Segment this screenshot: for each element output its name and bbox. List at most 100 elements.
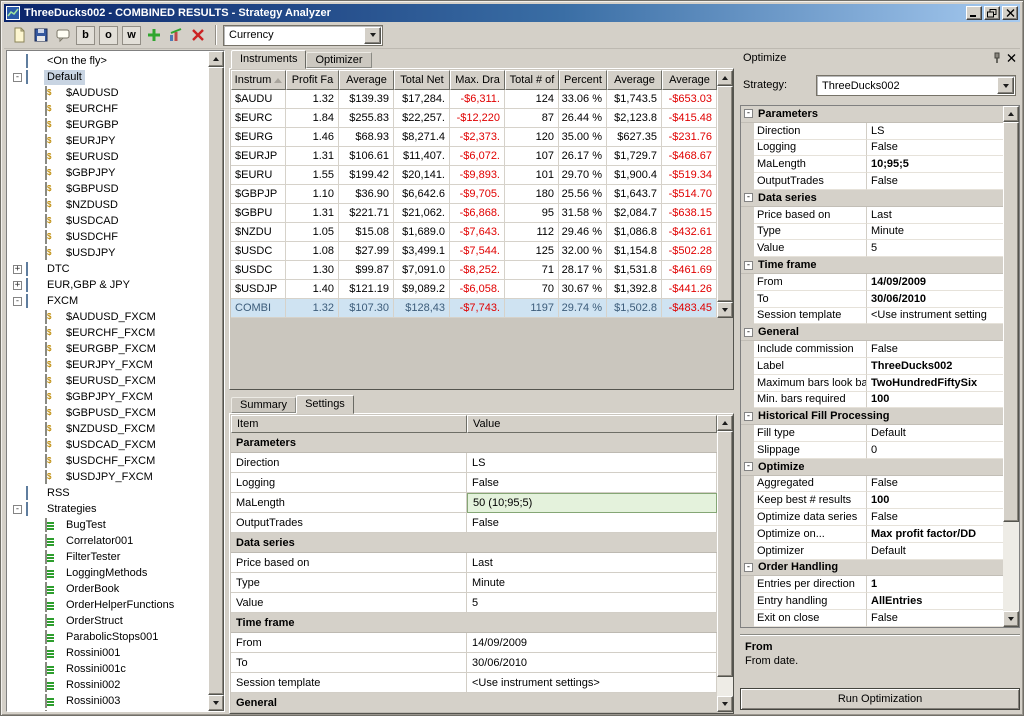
chart-icon[interactable] <box>165 24 187 46</box>
tree-item[interactable]: RSS <box>9 485 206 501</box>
tree-item[interactable]: $USDCAD <box>9 213 206 229</box>
instruments-scrollbar[interactable] <box>717 70 733 318</box>
property-row[interactable]: Exit on close False <box>741 609 1003 627</box>
column-header[interactable]: Instrum <box>231 70 286 90</box>
delete-icon[interactable] <box>187 24 209 46</box>
tree-item[interactable]: $EURCHF_FXCM <box>9 325 206 341</box>
property-section-row[interactable]: - Historical Fill Processing <box>741 408 1003 426</box>
settings-row[interactable]: From 14/09/2009 <box>231 633 717 653</box>
settings-row[interactable]: Direction LS <box>231 453 717 473</box>
collapse-minus-icon[interactable]: - <box>13 72 22 82</box>
setting-value[interactable]: LS <box>467 453 717 473</box>
property-value[interactable]: AllEntries <box>867 593 1003 610</box>
run-optimization-button[interactable]: Run Optimization <box>740 688 1020 710</box>
settings-scrollbar[interactable] <box>717 415 733 712</box>
scrollbar-thumb[interactable] <box>1003 122 1019 522</box>
tree-scrollbar[interactable] <box>208 51 224 711</box>
property-row[interactable]: Keep best # results 100 <box>741 492 1003 510</box>
table-row[interactable]: $GBPU 1.31 $221.71 $21,062. -$6,868. 95 31.58 … <box>231 204 717 223</box>
dropdown-arrow-icon[interactable] <box>364 26 381 44</box>
instrument-list-dropdown[interactable]: Currency <box>223 24 383 46</box>
tree-item[interactable]: FilterTester <box>9 549 206 565</box>
table-row[interactable]: $NZDU 1.05 $15.08 $1,689.0 -$7,643. 112 29.46 … <box>231 223 717 242</box>
scrollbar-thumb[interactable] <box>208 67 224 695</box>
tree-item[interactable]: BugTest <box>9 517 206 533</box>
property-value[interactable]: 30/06/2010 <box>867 291 1003 308</box>
close-panel-icon[interactable] <box>1004 51 1019 65</box>
property-value[interactable]: False <box>867 610 1003 627</box>
column-header[interactable]: Max. Dra <box>450 70 505 90</box>
collapse-minus-icon[interactable]: - <box>744 462 753 472</box>
property-value[interactable]: Default <box>867 425 1003 442</box>
property-row[interactable]: Optimizer Default <box>741 542 1003 560</box>
settings-row[interactable]: Price based on Last <box>231 553 717 573</box>
setting-value[interactable]: False <box>467 473 717 493</box>
setting-value[interactable]: <Use instrument settings> <box>467 673 717 693</box>
collapse-minus-icon[interactable]: - <box>744 411 753 421</box>
comment-icon[interactable] <box>52 24 74 46</box>
property-row[interactable]: Fill type Default <box>741 425 1003 442</box>
tree-item[interactable]: $EURCHF <box>9 101 206 117</box>
property-value[interactable]: <Use instrument setting <box>867 308 1003 325</box>
pin-icon[interactable] <box>989 51 1004 65</box>
collapse-minus-icon[interactable]: - <box>744 260 753 270</box>
tree-item[interactable]: $GBPUSD <box>9 181 206 197</box>
scroll-up-button[interactable] <box>1003 106 1019 122</box>
scroll-up-button[interactable] <box>208 51 224 67</box>
collapse-minus-icon[interactable]: - <box>744 562 753 572</box>
scroll-down-button[interactable] <box>717 696 733 712</box>
property-row[interactable]: Optimize on... Max profit factor/DD <box>741 525 1003 543</box>
column-header-value[interactable]: Value <box>467 415 717 433</box>
settings-row[interactable]: To 30/06/2010 <box>231 653 717 673</box>
property-row[interactable]: Direction LS <box>741 122 1003 140</box>
table-row[interactable]: $USDC 1.08 $27.99 $3,499.1 -$7,544. 125 32.00 … <box>231 242 717 261</box>
property-value[interactable]: Last <box>867 207 1003 224</box>
tree-item[interactable]: $EURUSD_FXCM <box>9 373 206 389</box>
title-bar[interactable]: ThreeDucks002 - COMBINED RESULTS - Strat… <box>4 4 1020 22</box>
column-header[interactable]: Average <box>339 70 394 90</box>
tree-item[interactable]: Rossini002 <box>9 677 206 693</box>
tree-item[interactable]: $EURGBP_FXCM <box>9 341 206 357</box>
tree-item[interactable]: Rossini001c <box>9 661 206 677</box>
property-value[interactable]: 100 <box>867 492 1003 510</box>
collapse-minus-icon[interactable]: - <box>744 327 753 337</box>
setting-value[interactable]: 50 (10;95;5) <box>467 493 717 513</box>
letter-o-button[interactable]: o <box>99 25 118 45</box>
scrollbar-thumb[interactable] <box>717 431 733 677</box>
expand-plus-icon[interactable]: + <box>13 280 22 290</box>
table-row[interactable]: $USDJP 1.40 $121.19 $9,089.2 -$6,058. 70 30.67… <box>231 280 717 299</box>
property-row[interactable]: Entry handling AllEntries <box>741 593 1003 610</box>
column-header[interactable]: Average <box>662 70 717 90</box>
tree-item[interactable]: $USDCHF <box>9 229 206 245</box>
property-value[interactable]: False <box>867 476 1003 493</box>
scroll-down-button[interactable] <box>1003 611 1019 627</box>
tree-item[interactable]: LoggingMethods <box>9 565 206 581</box>
tree-item[interactable]: $NZDUSD_FXCM <box>9 421 206 437</box>
property-row[interactable]: Min. bars required 100 <box>741 391 1003 409</box>
tree-item[interactable]: $AUDUSD <box>9 85 206 101</box>
table-row[interactable]: $GBPJP 1.10 $36.90 $6,642.6 -$9,705. 180 25.56… <box>231 185 717 204</box>
property-value[interactable]: False <box>867 341 1003 358</box>
tree-item[interactable]: $EURJPY_FXCM <box>9 357 206 373</box>
collapse-minus-icon[interactable]: - <box>744 109 753 119</box>
letter-w-button[interactable]: w <box>122 25 141 45</box>
setting-value[interactable]: 30/06/2010 <box>467 653 717 673</box>
tree-item[interactable]: $EURJPY <box>9 133 206 149</box>
tree-item[interactable]: $USDCHF_FXCM <box>9 453 206 469</box>
property-value[interactable]: TwoHundredFiftySix <box>867 375 1003 392</box>
tree-item[interactable]: OrderBook <box>9 581 206 597</box>
tree-item[interactable]: Correlator001 <box>9 533 206 549</box>
property-row[interactable]: From 14/09/2009 <box>741 273 1003 291</box>
collapse-minus-icon[interactable]: - <box>13 296 22 306</box>
save-icon[interactable] <box>30 24 52 46</box>
property-value[interactable]: False <box>867 509 1003 526</box>
scroll-down-button[interactable] <box>208 695 224 711</box>
minimize-button[interactable] <box>966 6 982 20</box>
letter-b-button[interactable]: b <box>76 25 95 45</box>
scroll-down-button[interactable] <box>717 302 733 318</box>
setting-value[interactable]: 14/09/2009 <box>467 633 717 653</box>
property-row[interactable]: Maximum bars look back TwoHundredFiftySix <box>741 374 1003 392</box>
collapse-minus-icon[interactable]: - <box>744 193 753 203</box>
settings-row[interactable]: Session template <Use instrument settings… <box>231 673 717 693</box>
tree-item[interactable]: $AUDUSD_FXCM <box>9 309 206 325</box>
